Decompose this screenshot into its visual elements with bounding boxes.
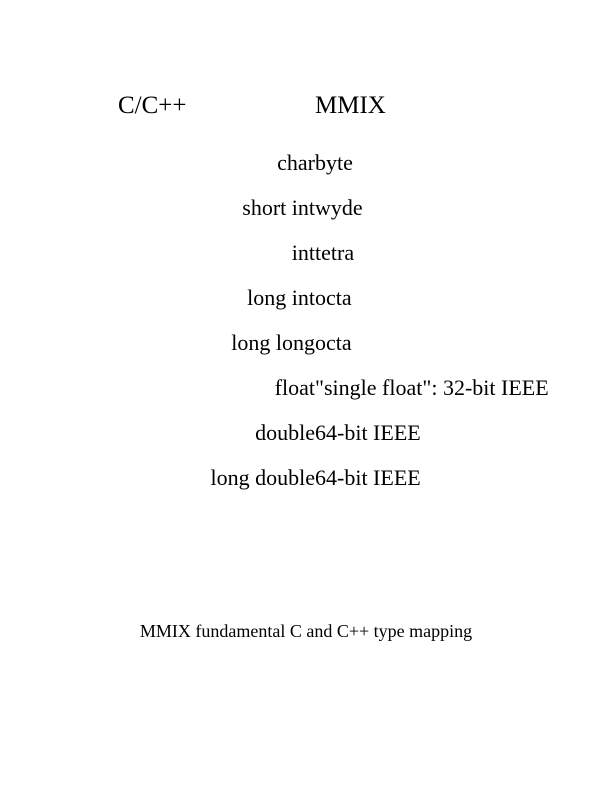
table-row: float "single float": 32-bit IEEE	[0, 365, 612, 410]
mmix-type-cell: 64-bit IEEE	[315, 420, 421, 445]
table-body: char byte short int wyde int tetra long …	[0, 140, 612, 500]
c-type-cell: float	[274, 375, 315, 400]
mmix-type-cell: wyde	[315, 195, 363, 220]
spacer-cell-right	[315, 128, 612, 140]
column-header-mmix: MMIX	[315, 92, 386, 119]
document-page: C/C++ MMIX char byte short int wyde int …	[0, 0, 612, 792]
mmix-type-cell: tetra	[315, 240, 355, 265]
c-type-cell: char	[277, 150, 315, 175]
mmix-type-cell: "single float": 32-bit IEEE	[315, 375, 549, 400]
table-row: double 64-bit IEEE	[0, 410, 612, 455]
c-type-cell: long double	[210, 465, 316, 490]
header-body-spacer	[0, 128, 612, 140]
mmix-type-cell: octa	[315, 285, 352, 310]
spacer-cell-left	[0, 128, 315, 140]
column-header-c-cpp: C/C++	[118, 92, 187, 119]
c-type-cell: double	[255, 420, 315, 445]
mmix-type-cell: octa	[315, 330, 352, 355]
mmix-type-cell: 64-bit IEEE	[315, 465, 421, 490]
table-row: long double 64-bit IEEE	[0, 455, 612, 500]
table-row: int tetra	[0, 230, 612, 275]
type-mapping-table: C/C++ MMIX char byte short int wyde int …	[0, 84, 612, 500]
table-row: long long octa	[0, 320, 612, 365]
table-header-row: C/C++ MMIX	[0, 84, 612, 128]
table-caption: MMIX fundamental C and C++ type mapping	[139, 621, 473, 641]
table-row: long int octa	[0, 275, 612, 320]
table-header: C/C++ MMIX	[0, 84, 612, 140]
c-type-cell: short int	[242, 195, 315, 220]
c-type-cell: long long	[231, 330, 315, 355]
c-type-cell: long int	[247, 285, 315, 310]
table-row: char byte	[0, 140, 612, 185]
table-row: short int wyde	[0, 185, 612, 230]
mmix-type-cell: byte	[315, 150, 353, 175]
c-type-cell: int	[291, 240, 315, 265]
